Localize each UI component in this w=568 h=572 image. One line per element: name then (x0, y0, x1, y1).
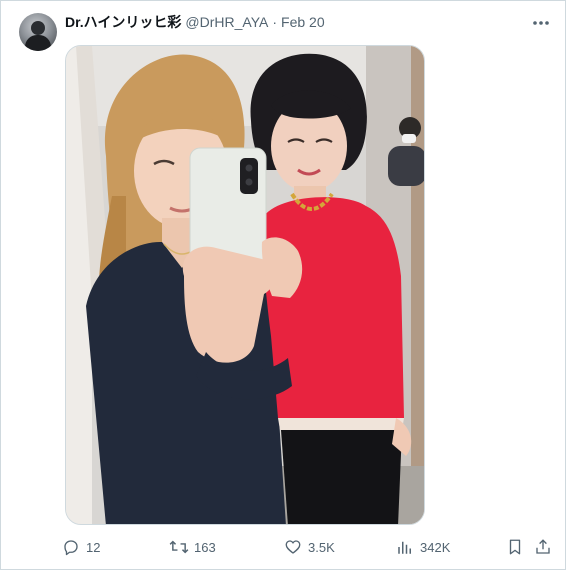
avatar[interactable] (19, 13, 57, 51)
bookmark-icon (505, 537, 525, 557)
photo-illustration (66, 46, 424, 524)
views-button[interactable]: 342K (395, 535, 450, 559)
user-handle[interactable]: @DrHR_AYA (185, 12, 268, 32)
separator-dot: · (272, 14, 278, 30)
views-icon (395, 537, 415, 557)
like-icon (283, 537, 303, 557)
share-icon (533, 537, 553, 557)
reply-count: 12 (86, 539, 101, 555)
tweet-header: Dr.ハインリッヒ彩 @DrHR_AYA · Feb 20 (65, 12, 551, 32)
more-horizontal-icon (532, 13, 550, 31)
tweet-date[interactable]: Feb 20 (281, 12, 325, 32)
like-button[interactable]: 3.5K (283, 535, 335, 559)
avatar-figure-body (25, 35, 51, 51)
retweet-icon (169, 537, 189, 557)
more-options-button[interactable] (531, 13, 551, 31)
display-name[interactable]: Dr.ハインリッヒ彩 (65, 12, 181, 32)
views-count: 342K (420, 539, 451, 555)
avatar-figure-head (31, 21, 45, 35)
reply-icon (61, 537, 81, 557)
tweet-photo[interactable] (65, 45, 425, 525)
reply-button[interactable]: 12 (61, 535, 100, 559)
retweet-count: 163 (194, 539, 216, 555)
action-bar: 12 163 3.5K 342K (61, 535, 555, 559)
retweet-button[interactable]: 163 (169, 535, 216, 559)
share-button[interactable] (533, 535, 558, 559)
like-count: 3.5K (308, 539, 335, 555)
bookmark-button[interactable] (505, 535, 530, 559)
tweet-card[interactable]: Dr.ハインリッヒ彩 @DrHR_AYA · Feb 20 12 163 3.5… (0, 0, 566, 570)
